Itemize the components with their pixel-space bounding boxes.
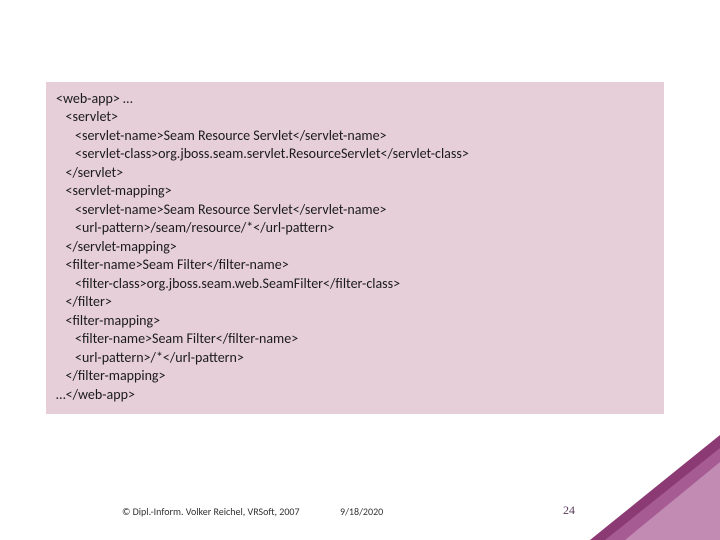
code-line: <url-pattern>/seam/resource/*</url-patte… (56, 219, 334, 236)
code-line: </servlet-mapping> (56, 238, 177, 255)
code-line: <filter-name>Seam Filter</filter-name> (56, 256, 289, 273)
code-line: <filter-mapping> (56, 312, 160, 329)
code-line: <filter-name>Seam Filter</filter-name> (56, 330, 298, 347)
code-line: <servlet-name>Seam Resource Servlet</ser… (56, 127, 387, 144)
code-line: <servlet> (56, 108, 118, 125)
copyright-text: © Dipl.-Inform. Volker Reichel, VRSoft, … (122, 505, 300, 518)
code-line: <web-app> … (56, 90, 133, 107)
code-line: <servlet-name>Seam Resource Servlet</ser… (56, 201, 387, 218)
corner-decoration (625, 462, 720, 540)
code-line: <url-pattern>/*</url-pattern> (56, 349, 244, 366)
code-line: <servlet-class>org.jboss.seam.servlet.Re… (56, 145, 469, 162)
slide-date: 9/18/2020 (340, 505, 383, 518)
slide: <web-app> … <servlet> <servlet-name>Seam… (0, 0, 720, 540)
page-number: 24 (563, 503, 575, 518)
code-line: </filter-mapping> (56, 367, 166, 384)
code-line: <filter-class>org.jboss.seam.web.SeamFil… (56, 275, 400, 292)
code-block: <web-app> … <servlet> <servlet-name>Seam… (46, 82, 664, 414)
code-line: <servlet-mapping> (56, 182, 172, 199)
code-line: …</web-app> (56, 386, 135, 403)
code-line: </filter> (56, 293, 112, 310)
code-line: </servlet> (56, 164, 123, 181)
